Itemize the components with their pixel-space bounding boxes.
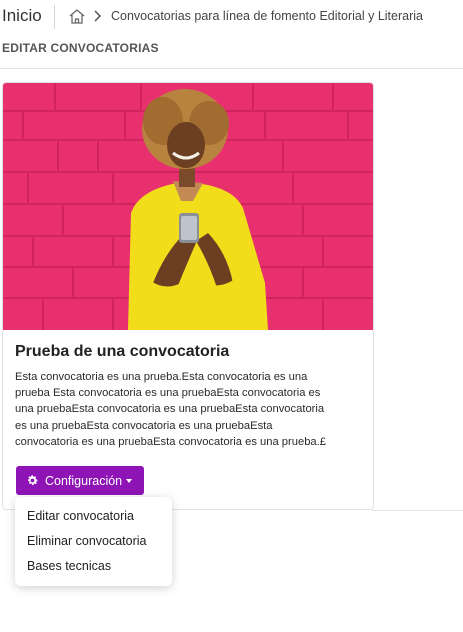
menu-item-editar[interactable]: Editar convocatoria — [27, 509, 134, 523]
menu-item-bases[interactable]: Bases tecnicas — [27, 559, 111, 573]
button-label: Configuración — [45, 473, 123, 488]
description-line: convocatoria es una pruebaEsta convocato… — [15, 435, 326, 448]
config-dropdown-menu: Editar convocatoria Eliminar convocatori… — [15, 497, 172, 586]
top-bar: Inicio Convocatorias para línea de fomen… — [0, 0, 463, 36]
menu-item-eliminar[interactable]: Eliminar convocatoria — [27, 534, 147, 548]
divider — [54, 5, 55, 29]
description-line: es una pruebaEsta convocatoria es una pr… — [15, 419, 273, 432]
gear-icon — [28, 475, 38, 485]
card-image — [3, 83, 373, 330]
page-title: EDITAR CONVOCATORIAS — [2, 41, 159, 55]
chevron-right-icon — [92, 9, 102, 23]
caret-down-icon — [126, 478, 133, 483]
home-title[interactable]: Inicio — [2, 6, 42, 26]
breadcrumb-current[interactable]: Convocatorias para línea de fomento Edit… — [111, 9, 423, 23]
description-line: una pruebaEsta convocatoria es una prueb… — [15, 403, 325, 416]
divider — [0, 68, 463, 69]
configuracion-button[interactable]: Configuración — [16, 466, 144, 495]
description-line: prueba Esta convocatoria es una pruebaEs… — [15, 387, 321, 400]
home-icon[interactable] — [68, 8, 86, 25]
card-title: Prueba de una convocatoria — [15, 343, 230, 360]
divider — [372, 510, 463, 511]
description-line: Esta convocatoria es una prueba.Esta con… — [15, 371, 308, 383]
convocatoria-card: Prueba de una convocatoria Esta convocat… — [2, 82, 374, 510]
card-description: Esta convocatoria es una prueba.Esta con… — [15, 369, 365, 450]
